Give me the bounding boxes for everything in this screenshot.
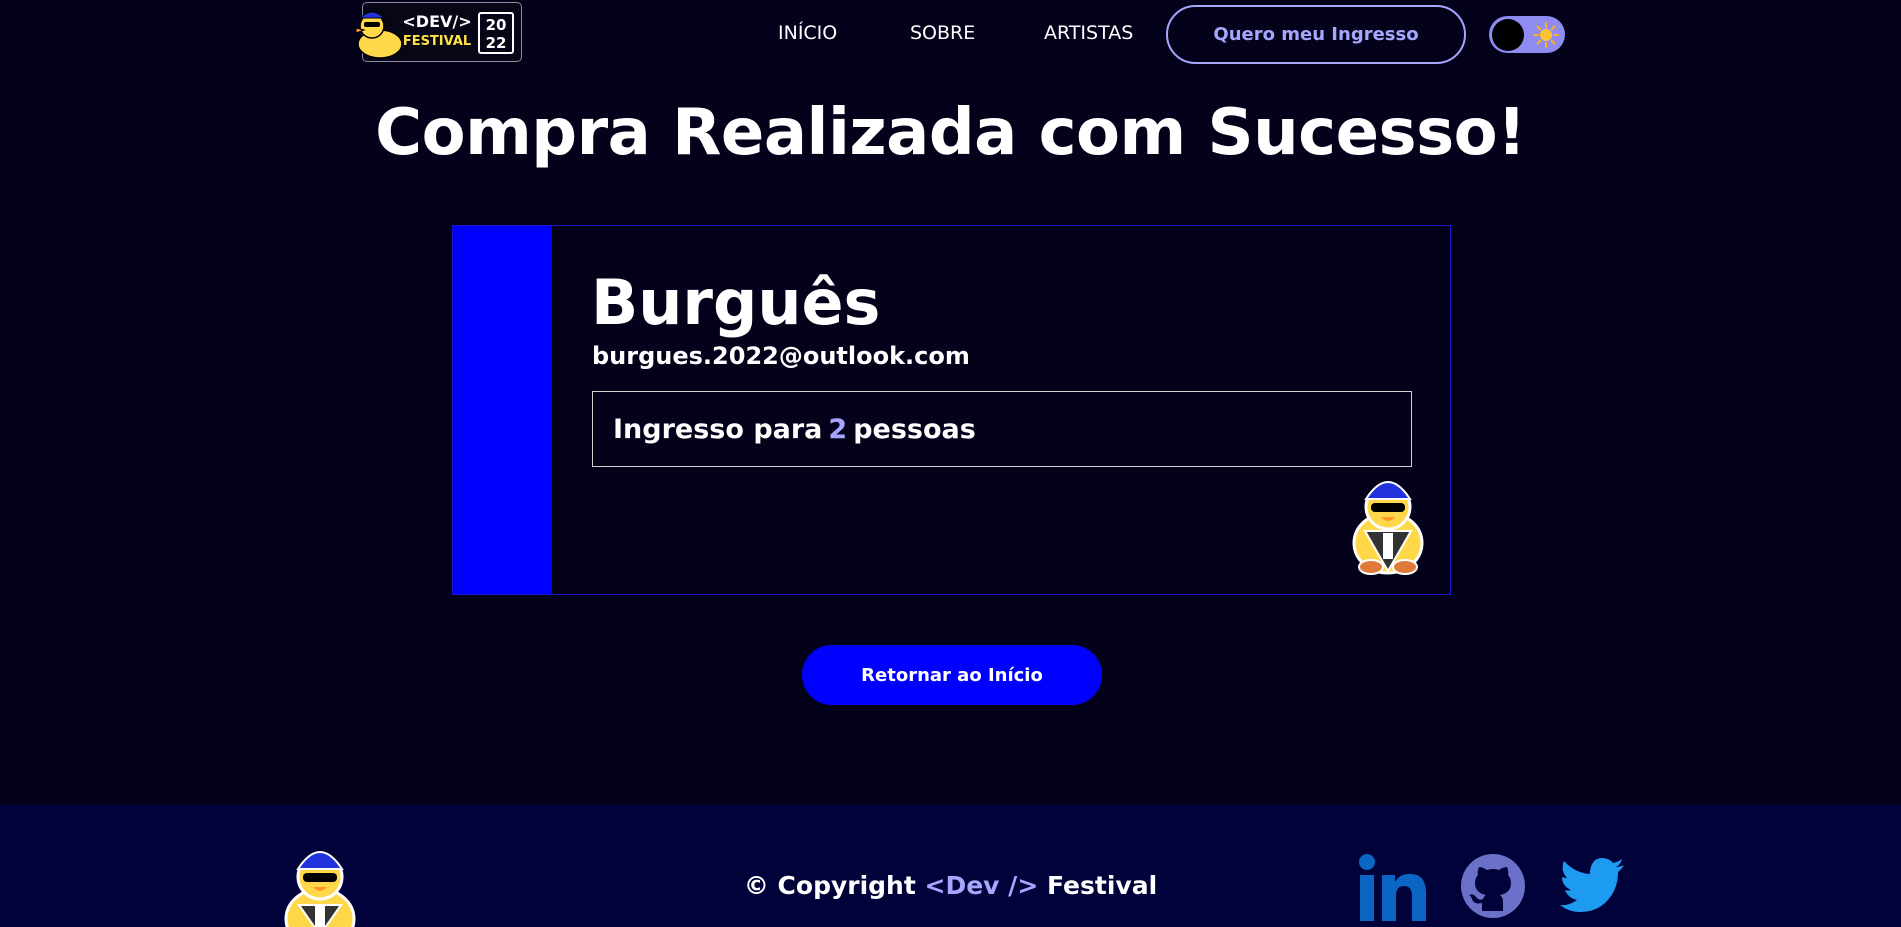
twitter-icon[interactable]	[1560, 853, 1626, 919]
return-home-button[interactable]: Retornar ao Início	[802, 645, 1102, 705]
github-icon[interactable]	[1460, 853, 1526, 919]
logo-year-top: 20	[485, 16, 507, 34]
logo-year-bottom: 22	[485, 34, 507, 52]
duck-logo-icon	[355, 11, 403, 59]
duck-mascot-icon	[1352, 481, 1424, 575]
ticket-quantity-box: Ingresso para 2 pessoas	[592, 391, 1412, 467]
ticket-holder-email: burgues.2022@outlook.com	[592, 342, 970, 370]
copyright-brand: <Dev />	[924, 871, 1039, 900]
nav-item-inicio[interactable]: INÍCIO	[778, 22, 837, 44]
sun-icon	[1533, 22, 1559, 48]
copyright-suffix: Festival	[1046, 871, 1158, 900]
ticket-holder-name: Burguês	[591, 266, 881, 339]
toggle-knob	[1492, 19, 1524, 51]
page-title: Compra Realizada com Sucesso!	[375, 96, 1526, 170]
festival-logo[interactable]: <DEV/> FESTIVAL 20 22	[352, 2, 522, 62]
logo-year: 20 22	[478, 12, 514, 54]
ticket-quantity-suffix: pessoas	[853, 413, 976, 445]
copyright-prefix: © Copyright	[743, 871, 916, 900]
logo-line1: <DEV/>	[402, 12, 472, 31]
footer: © Copyright <Dev /> Festival	[0, 805, 1901, 927]
logo-line2: FESTIVAL	[402, 34, 472, 49]
ticket-card-stripe	[453, 226, 552, 594]
ticket-card: Burguês burgues.2022@outlook.com Ingress…	[452, 225, 1451, 595]
nav-item-artistas[interactable]: ARTISTAS	[1044, 22, 1133, 44]
linkedin-icon[interactable]	[1358, 853, 1428, 923]
logo-wordmark: <DEV/> FESTIVAL	[400, 12, 474, 52]
theme-toggle[interactable]	[1489, 16, 1565, 53]
nav-item-sobre[interactable]: SOBRE	[910, 22, 975, 44]
ticket-quantity-count: 2	[828, 413, 848, 445]
buy-ticket-button[interactable]: Quero meu Ingresso	[1166, 5, 1466, 64]
ticket-quantity-prefix: Ingresso para	[613, 413, 823, 445]
